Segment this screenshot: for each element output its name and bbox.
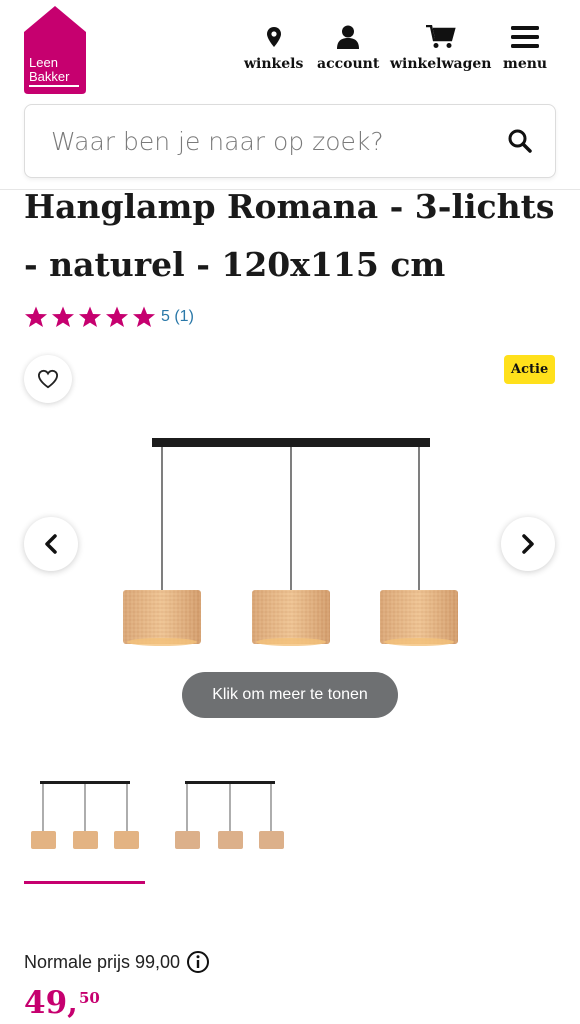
price-main: 49, — [24, 985, 78, 1021]
active-thumbnail-indicator — [24, 881, 145, 884]
star-icon — [52, 306, 74, 327]
chevron-left-icon — [45, 534, 57, 554]
current-price: 49,50 — [24, 985, 100, 1021]
product-main-image[interactable] — [110, 430, 470, 660]
user-icon — [336, 20, 360, 54]
nav-label-winkelwagen: winkelwagen — [390, 56, 492, 72]
nav-label-menu: menu — [503, 56, 548, 72]
logo-text: Leen Bakker — [29, 56, 69, 84]
favorite-button[interactable] — [24, 355, 72, 403]
info-icon[interactable] — [186, 950, 210, 974]
chevron-right-icon — [522, 534, 534, 554]
logo-underline — [29, 85, 79, 87]
search-input[interactable] — [25, 105, 485, 177]
star-icon — [79, 306, 101, 327]
search-button[interactable] — [485, 105, 555, 177]
star-icon — [133, 306, 155, 327]
gallery-next-button[interactable] — [501, 517, 555, 571]
search-bar — [24, 104, 556, 178]
logo-text-line2: Bakker — [29, 69, 70, 84]
nav-winkelwagen[interactable]: winkelwagen — [390, 20, 491, 72]
gallery-prev-button[interactable] — [24, 517, 78, 571]
cart-icon — [425, 20, 456, 54]
search-icon — [508, 129, 532, 153]
nav-account[interactable]: account — [317, 20, 379, 72]
nav-label-winkels: winkels — [244, 56, 304, 72]
nav-winkels[interactable]: winkels — [244, 20, 303, 72]
hamburger-menu-icon — [511, 20, 540, 54]
thumbnail-2[interactable] — [170, 765, 290, 865]
nav-menu[interactable]: menu — [503, 20, 547, 72]
thumbnail-1[interactable] — [24, 765, 144, 865]
product-title: Hanglamp Romana - 3-lichts - naturel - 1… — [24, 187, 555, 284]
price-cents: 50 — [78, 989, 100, 1007]
site-header: Leen Bakker winkels account winkelwagen … — [0, 0, 580, 190]
nav-label-account: account — [317, 56, 380, 72]
heart-icon — [37, 369, 59, 389]
location-pin-icon — [266, 20, 281, 54]
show-more-button[interactable]: Klik om meer te tonen — [182, 672, 398, 718]
star-icon — [25, 306, 47, 327]
star-icon — [106, 306, 128, 327]
leen-bakker-logo[interactable]: Leen Bakker — [24, 6, 86, 94]
actie-badge: Actie — [504, 355, 556, 384]
rating-count[interactable]: 5 (1) — [161, 308, 194, 326]
product-rating[interactable]: 5 (1) — [24, 305, 194, 329]
logo-text-line1: Leen — [29, 55, 58, 70]
normal-price-label: Normale prijs 99,00 — [24, 951, 181, 972]
normal-price: Normale prijs 99,00 — [24, 950, 210, 974]
